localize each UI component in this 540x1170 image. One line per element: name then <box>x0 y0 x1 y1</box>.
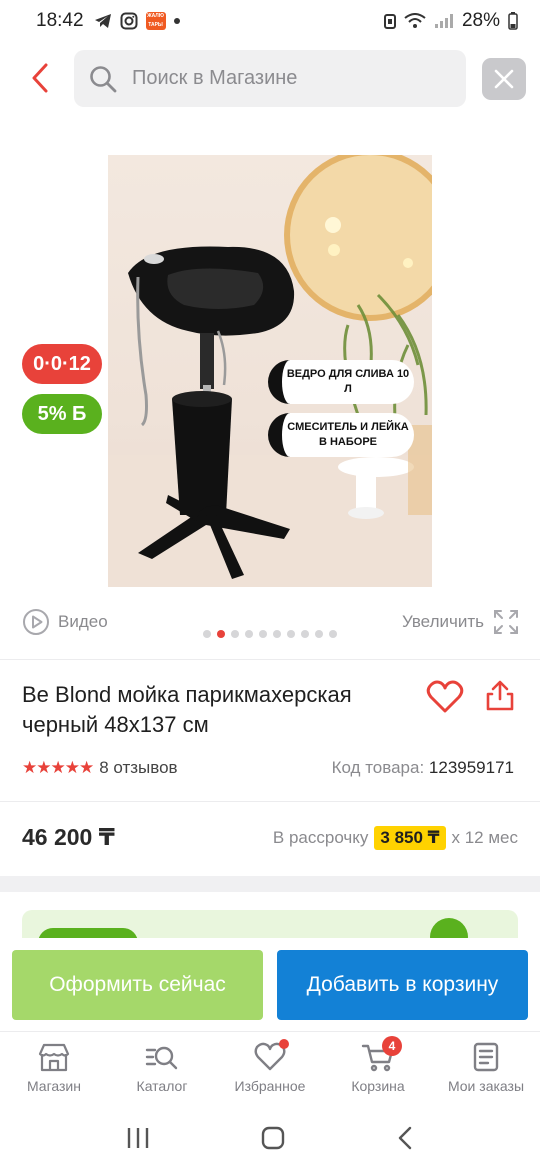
rating-summary[interactable]: ★★★★★ 8 отзывов <box>22 758 178 778</box>
favorites-notification-dot <box>279 1039 289 1049</box>
telegram-icon <box>94 14 111 28</box>
catalog-search-icon <box>145 1046 178 1070</box>
tab-catalog[interactable]: Каталог <box>108 1032 216 1105</box>
more-notifications-icon <box>173 18 180 24</box>
search-icon <box>90 65 117 92</box>
orders-icon <box>473 1042 499 1072</box>
installment-prefix: В рассрочку <box>272 828 369 847</box>
product-price: 46 200 ₸ <box>22 824 115 850</box>
heart-icon <box>426 680 464 713</box>
status-notification-icons: ЖАЛЮ ТАРЫ <box>94 12 180 30</box>
share-icon <box>486 680 514 711</box>
divider <box>0 659 540 660</box>
search-header: Поиск в Магазине <box>0 50 540 108</box>
status-time: 18:42 <box>36 10 84 31</box>
installment-promo-badge: 0·0·12 <box>22 344 102 384</box>
tab-label: Корзина <box>351 1078 405 1094</box>
carousel-dot[interactable] <box>259 630 267 638</box>
add-to-cart-button[interactable]: Добавить в корзину <box>277 950 528 1020</box>
recent-apps-icon[interactable] <box>125 1126 151 1150</box>
installment-info[interactable]: В рассрочку 3 850 ₸ x 12 мес <box>273 826 518 850</box>
tab-store[interactable]: Магазин <box>0 1032 108 1105</box>
bottom-tab-bar: Магазин Каталог Избранное 4 Корзина Мои … <box>0 1031 540 1105</box>
callout-drain-bucket: ВЕДРО ДЛЯ СЛИВА 10 Л <box>268 360 414 404</box>
back-nav-icon[interactable] <box>395 1125 415 1151</box>
tab-label: Мои заказы <box>447 1078 525 1094</box>
share-button[interactable] <box>484 680 518 714</box>
tab-orders[interactable]: Мои заказы <box>432 1032 540 1105</box>
battery-percent: 28% <box>461 10 500 31</box>
tab-cart[interactable]: 4 Корзина <box>324 1032 432 1105</box>
video-label: Видео <box>58 612 108 631</box>
home-icon[interactable] <box>260 1125 286 1151</box>
store-icon <box>38 1043 70 1072</box>
signal-icon <box>434 14 453 28</box>
search-placeholder: Поиск в Магазине <box>132 67 298 89</box>
carousel-dot[interactable] <box>245 630 253 638</box>
callout-mixer-shower: СМЕСИТЕЛЬ И ЛЕЙКА В НАБОРЕ <box>268 413 414 457</box>
back-button[interactable] <box>20 58 60 98</box>
installment-suffix: x 12 мес <box>451 828 519 847</box>
product-code: Код товара: 123959171 <box>332 758 514 778</box>
carousel-dot[interactable] <box>287 630 295 638</box>
search-input[interactable]: Поиск в Магазине <box>74 50 466 107</box>
cart-count-badge: 4 <box>382 1036 402 1056</box>
status-bar: 18:42 ЖАЛЮ ТАРЫ 28% <box>0 0 540 42</box>
product-image[interactable]: ВЕДРО ДЛЯ СЛИВА 10 Л СМЕСИТЕЛЬ И ЛЕЙКА В… <box>108 155 432 587</box>
buy-now-button[interactable]: Оформить сейчас <box>12 950 263 1020</box>
callout-mixer-text: СМЕСИТЕЛЬ И ЛЕЙКА В НАБОРЕ <box>287 421 409 448</box>
status-system-icons: 28% <box>383 10 518 32</box>
action-bar: Оформить сейчас Добавить в корзину <box>0 938 540 1030</box>
carousel-dot[interactable] <box>203 630 211 638</box>
carousel-dot[interactable] <box>315 630 323 638</box>
close-search-button[interactable] <box>482 58 526 100</box>
system-navigation-bar <box>0 1106 540 1170</box>
kaspi-app-icon: ЖАЛЮ ТАРЫ <box>145 12 166 30</box>
carousel-indicator[interactable] <box>0 630 540 638</box>
product-code-value: 123959171 <box>428 758 514 777</box>
carousel-dot[interactable] <box>301 630 309 638</box>
product-title: Be Blond мойка парикмахерская черный 48x… <box>22 682 352 737</box>
reviews-count: 8 отзывов <box>99 758 178 777</box>
battery-icon <box>508 12 518 30</box>
bonus-promo-badge: 5% Б <box>22 394 102 434</box>
zoom-label: Увеличить <box>402 612 484 631</box>
section-separator <box>0 876 540 892</box>
carousel-dot[interactable] <box>329 630 337 638</box>
divider <box>0 801 540 802</box>
carousel-dot[interactable] <box>217 630 225 638</box>
tab-favorites[interactable]: Избранное <box>216 1032 324 1105</box>
callout-drain-text: ВЕДРО ДЛЯ СЛИВА 10 Л <box>286 368 410 395</box>
carousel-dot[interactable] <box>273 630 281 638</box>
lock-screen-icon <box>383 14 396 29</box>
carousel-dot[interactable] <box>231 630 239 638</box>
close-icon <box>494 69 514 89</box>
tab-label: Каталог <box>136 1078 188 1094</box>
wifi-icon <box>404 13 426 28</box>
product-code-label: Код товара: <box>331 758 425 777</box>
favorite-button[interactable] <box>426 680 464 716</box>
instagram-icon <box>120 12 138 30</box>
rating-stars: ★★★★★ <box>22 758 94 777</box>
chevron-left-icon <box>32 63 48 93</box>
tab-label: Избранное <box>234 1078 306 1094</box>
media-controls: Видео Увеличить <box>0 606 540 640</box>
installment-amount-badge: 3 850 ₸ <box>374 826 446 850</box>
tab-label: Магазин <box>26 1078 81 1094</box>
